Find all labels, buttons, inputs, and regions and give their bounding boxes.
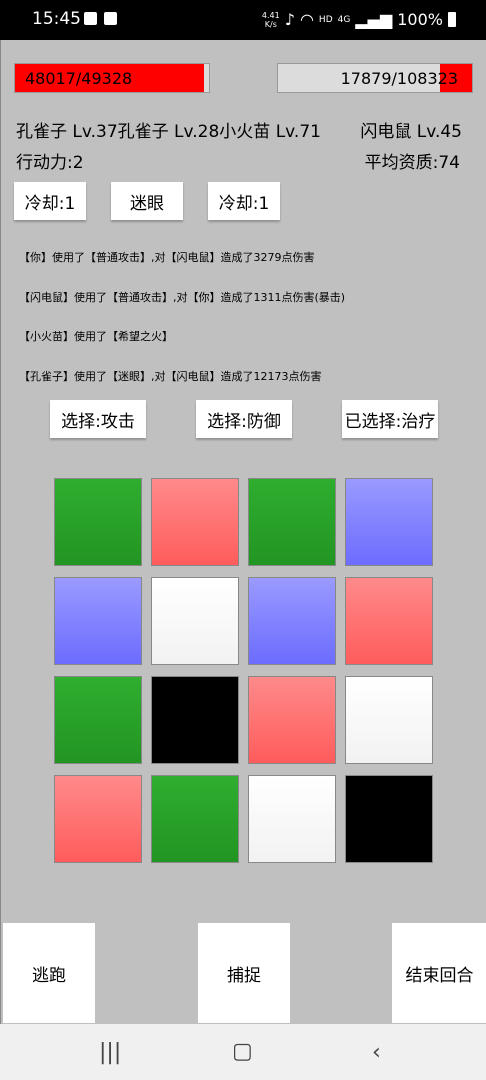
capture-button[interactable]: 捕捉: [198, 923, 290, 1023]
status-bar: 15:45 4.41 K/s ♪ ◠ HD 4G ▂▄▆ 100%: [0, 0, 486, 40]
grid-tile-black[interactable]: [345, 775, 433, 863]
net-type: 4G: [337, 14, 351, 25]
status-right: 4.41 K/s ♪ ◠ HD 4G ▂▄▆ 100%: [262, 10, 456, 29]
hd-label: HD: [318, 14, 333, 25]
grid-tile-green[interactable]: [54, 676, 142, 764]
skill-button-1[interactable]: 冷却:1: [14, 182, 86, 220]
battle-log-line: 【闪电鼠】使用了【普通攻击】,对【你】造成了1311点伤害(暴击): [19, 291, 346, 304]
grid-tile-red[interactable]: [54, 775, 142, 863]
battery-icon: [448, 12, 456, 27]
enemy-line: 闪电鼠 Lv.45: [360, 122, 462, 142]
enemy-hp-text: 17879/108323: [340, 69, 458, 88]
grid-tile-white[interactable]: [151, 577, 239, 665]
wifi-icon: ◠: [299, 10, 314, 29]
battle-log-line: 【孔雀子】使用了【迷眼】,对【闪电鼠】造成了12173点伤害: [19, 370, 322, 383]
choose-defend-button[interactable]: 选择:防御: [196, 400, 292, 438]
status-time: 15:45: [32, 9, 81, 29]
team-line: 孔雀子 Lv.37孔雀子 Lv.28小火苗 Lv.71: [16, 122, 321, 142]
battle-log-line: 【小火苗】使用了【希望之火】: [19, 330, 173, 343]
gallery-notification-icon: [104, 12, 117, 25]
battery-text: 100%: [397, 10, 443, 29]
signal-icon: ▂▄▆: [355, 10, 393, 29]
grid-tile-blue[interactable]: [54, 577, 142, 665]
network-speed: 4.41 K/s: [261, 10, 280, 29]
grid-tile-green[interactable]: [54, 478, 142, 566]
action-points: 行动力:2: [16, 153, 84, 173]
grid-tile-red[interactable]: [151, 478, 239, 566]
choose-heal-button[interactable]: 已选择:治疗: [342, 400, 438, 438]
player-hp-bar: 48017/49328: [14, 63, 210, 93]
navigation-bar: ||| ▢ ‹: [0, 1024, 486, 1080]
home-icon[interactable]: ▢: [232, 1039, 253, 1064]
enemy-hp-bar: 17879/108323: [277, 63, 473, 93]
skill-button-3[interactable]: 冷却:1: [208, 182, 280, 220]
back-icon[interactable]: ‹: [372, 1040, 381, 1065]
checkbox-notification-icon: [84, 12, 97, 25]
grid-tile-blue[interactable]: [345, 478, 433, 566]
recent-apps-icon[interactable]: |||: [99, 1040, 121, 1065]
battle-log-line: 【你】使用了【普通攻击】,对【闪电鼠】造成了3279点伤害: [19, 251, 315, 264]
player-hp-text: 48017/49328: [25, 69, 133, 88]
battle-screen: 48017/49328 17879/108323 孔雀子 Lv.37孔雀子 Lv…: [0, 40, 486, 1024]
grid-tile-black[interactable]: [151, 676, 239, 764]
grid-tile-white[interactable]: [248, 775, 336, 863]
grid-tile-red[interactable]: [345, 577, 433, 665]
mute-icon: ♪: [284, 10, 295, 29]
grid-tile-red[interactable]: [248, 676, 336, 764]
grid-tile-blue[interactable]: [248, 577, 336, 665]
end-turn-button[interactable]: 结束回合: [392, 923, 486, 1023]
choose-attack-button[interactable]: 选择:攻击: [50, 400, 146, 438]
avg-quality: 平均资质:74: [364, 153, 460, 173]
skill-button-2[interactable]: 迷眼: [111, 182, 183, 220]
grid-tile-green[interactable]: [151, 775, 239, 863]
grid-tile-white[interactable]: [345, 676, 433, 764]
escape-button[interactable]: 逃跑: [3, 923, 95, 1023]
grid-tile-green[interactable]: [248, 478, 336, 566]
